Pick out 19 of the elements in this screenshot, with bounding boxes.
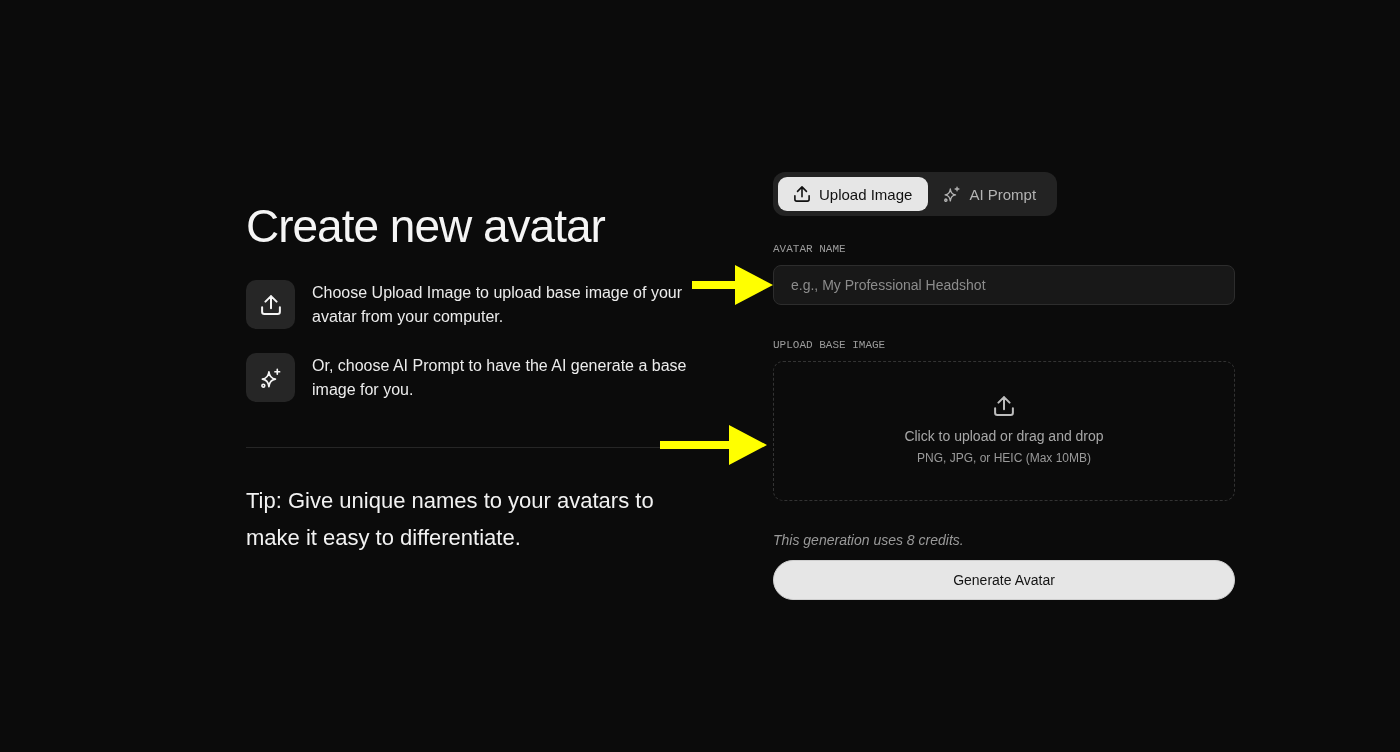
file-formats-hint: PNG, JPG, or HEIC (Max 10MB)	[917, 450, 1091, 466]
name-input[interactable]: e.g., My Professional Headshot	[773, 265, 1235, 305]
mode-tab[interactable]: Upload Image	[778, 177, 929, 211]
upload-dropzone[interactable]: Click to upload or drag and drop PNG, JPG, or HEIC (Max 10MB)	[773, 361, 1235, 501]
tip-text: Tip: Give unique names to your avatars to make it easy to differentiate.	[246, 487, 655, 552]
credits-note: This generation uses 8 credits.	[773, 531, 965, 550]
mode-tab[interactable]: AI Prompt	[928, 177, 1053, 211]
field-label: UPLOAD BASE IMAGE	[773, 339, 887, 351]
sparkles-icon	[944, 186, 961, 202]
upload-icon	[794, 186, 810, 202]
page-title: Create new avatar	[246, 201, 606, 251]
upload-icon	[246, 280, 295, 329]
step-text: Choose Upload Image to upload base image of your avatar from your computer.	[312, 283, 683, 327]
step-text: Or, choose AI Prompt to have the AI generate a base image for you.	[312, 356, 688, 400]
upload-prompt: Click to upload or drag and drop	[904, 427, 1104, 446]
sparkles-icon	[246, 353, 295, 402]
upload-icon	[994, 396, 1014, 416]
generate-button[interactable]: Generate Avatar	[773, 560, 1235, 600]
field-label: AVATAR NAME	[773, 243, 847, 255]
